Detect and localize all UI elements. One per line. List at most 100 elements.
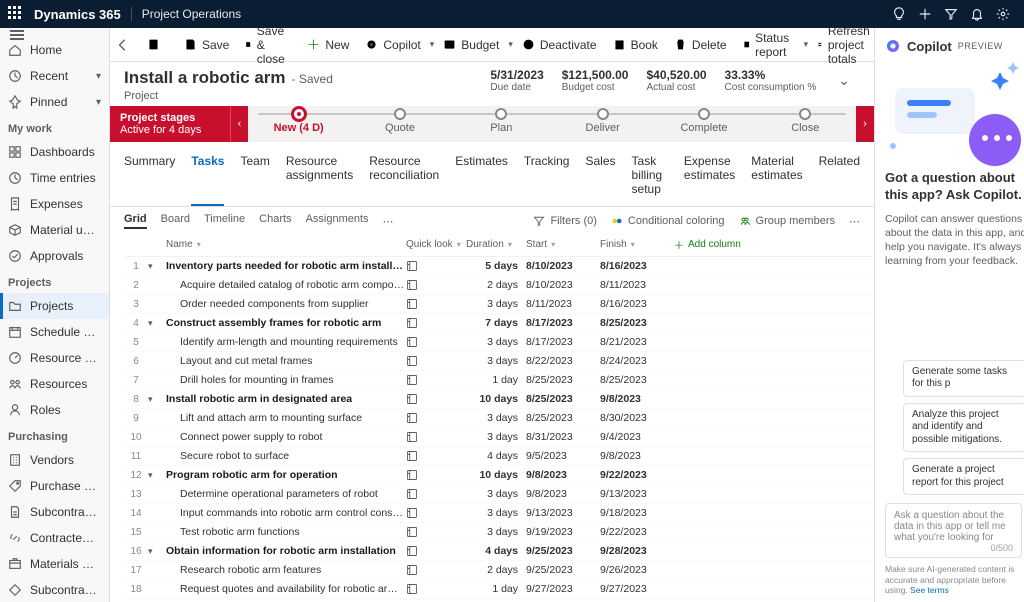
task-row[interactable]: 11 Secure robot to surface 4 days 9/5/20… — [124, 447, 872, 466]
copilot-split[interactable]: ▾ — [430, 32, 435, 58]
nav-item-material-usage[interactable]: Material usage — [0, 217, 109, 243]
app-launcher[interactable] — [8, 6, 24, 22]
quicklook-icon[interactable] — [406, 412, 418, 424]
gear-icon[interactable] — [990, 0, 1016, 28]
filters-button[interactable]: Filters (0) — [533, 215, 596, 227]
budget-button[interactable]: Budget — [436, 32, 506, 58]
quicklook-icon[interactable] — [406, 393, 418, 405]
task-row[interactable]: 16 ▾ Obtain information for robotic arm … — [124, 542, 872, 561]
quicklook-icon[interactable] — [406, 545, 418, 557]
col-duration[interactable]: Duration▾ — [466, 239, 526, 250]
task-row[interactable]: 10 Connect power supply to robot 3 days … — [124, 428, 872, 447]
expand-icon[interactable]: ▾ — [148, 318, 166, 329]
tab-tracking[interactable]: Tracking — [524, 148, 570, 206]
delete-button[interactable]: Delete — [667, 32, 734, 58]
nav-item-subcontracts[interactable]: Subcontracts — [0, 499, 109, 525]
nav-item-expenses[interactable]: Expenses — [0, 191, 109, 217]
budget-split[interactable]: ▾ — [508, 32, 513, 58]
nav-item-projects[interactable]: Projects — [0, 293, 109, 319]
book-button[interactable]: Book — [606, 32, 665, 58]
header-expand[interactable]: ⌄ — [834, 72, 854, 89]
expand-icon[interactable]: ▾ — [148, 546, 166, 557]
quicklook-icon[interactable] — [406, 374, 418, 386]
stage-deliver[interactable]: Deliver — [552, 106, 653, 142]
nav-item-resources[interactable]: Resources — [0, 371, 109, 397]
nav-item-schedule-board[interactable]: Schedule board — [0, 319, 109, 345]
task-row[interactable]: 7 Drill holes for mounting in frames 1 d… — [124, 371, 872, 390]
task-row[interactable]: 5 Identify arm-length and mounting requi… — [124, 333, 872, 352]
conditional-coloring-button[interactable]: Conditional coloring — [611, 215, 725, 227]
col-quicklook[interactable]: Quick look▾ — [406, 239, 466, 250]
col-finish[interactable]: Finish▾ — [600, 239, 674, 250]
quicklook-icon[interactable] — [406, 450, 418, 462]
subtab-overflow[interactable]: ⋯ — [383, 215, 394, 228]
subtab-assignments[interactable]: Assignments — [306, 213, 369, 229]
quicklook-icon[interactable] — [406, 583, 418, 595]
quicklook-icon[interactable] — [406, 431, 418, 443]
quicklook-icon[interactable] — [406, 298, 418, 310]
see-terms-link[interactable]: See terms — [910, 585, 949, 595]
task-row[interactable]: 1 ▾ Inventory parts needed for robotic a… — [124, 257, 872, 276]
col-start[interactable]: Start▾ — [526, 239, 600, 250]
stage-new-d-[interactable]: New (4 D) — [248, 106, 349, 142]
nav-item-subcontract-milestones[interactable]: Subcontract milestones — [0, 577, 109, 602]
save-close-button[interactable]: Save & close — [238, 32, 298, 58]
nav-recent[interactable]: Recent ▾ — [0, 63, 109, 89]
back-button[interactable] — [116, 32, 130, 58]
nav-home[interactable]: Home — [0, 37, 109, 63]
nav-item-materials-on-order[interactable]: Materials on order — [0, 551, 109, 577]
tab-tasks[interactable]: Tasks — [191, 148, 224, 206]
task-row[interactable]: 14 Input commands into robotic arm contr… — [124, 504, 872, 523]
nav-item-roles[interactable]: Roles — [0, 397, 109, 423]
save-button[interactable]: Save — [177, 32, 236, 58]
copilot-input[interactable]: Ask a question about the data in this ap… — [885, 503, 1022, 558]
readonly-button[interactable] — [140, 32, 167, 58]
copilot-button[interactable]: Copilot — [358, 32, 427, 58]
quicklook-icon[interactable] — [406, 279, 418, 291]
subtab-board[interactable]: Board — [161, 213, 190, 229]
task-row[interactable]: 15 Test robotic arm functions 3 days 9/1… — [124, 523, 872, 542]
task-row[interactable]: 17 Research robotic arm features 2 days … — [124, 561, 872, 580]
tab-estimates[interactable]: Estimates — [455, 148, 508, 206]
task-row[interactable]: 6 Layout and cut metal frames 3 days 8/2… — [124, 352, 872, 371]
status-report-button[interactable]: Status report — [736, 32, 802, 58]
copilot-suggestion[interactable]: Generate some tasks for this p — [903, 360, 1024, 397]
quicklook-icon[interactable] — [406, 317, 418, 329]
stage-next[interactable]: › — [856, 106, 874, 142]
quicklook-icon[interactable] — [406, 355, 418, 367]
add-column[interactable]: ＋Add column — [674, 237, 764, 252]
subbar-overflow[interactable]: ⋯ — [849, 215, 860, 228]
quicklook-icon[interactable] — [406, 336, 418, 348]
group-members-button[interactable]: Group members — [739, 215, 835, 227]
nav-item-purchase-price-lists[interactable]: Purchase price lists — [0, 473, 109, 499]
expand-icon[interactable]: ▾ — [148, 261, 166, 272]
new-button[interactable]: New — [300, 32, 356, 58]
task-row[interactable]: 4 ▾ Construct assembly frames for roboti… — [124, 314, 872, 333]
stage-prev[interactable]: ‹ — [230, 106, 248, 142]
tab-related[interactable]: Related — [819, 148, 860, 206]
nav-item-resource-utilization[interactable]: Resource utilization — [0, 345, 109, 371]
bell-icon[interactable] — [964, 0, 990, 28]
copilot-suggestion[interactable]: Generate a project report for this proje… — [903, 458, 1024, 495]
nav-item-time-entries[interactable]: Time entries — [0, 165, 109, 191]
task-row[interactable]: 9 Lift and attach arm to mounting surfac… — [124, 409, 872, 428]
status-report-split[interactable]: ▾ — [804, 32, 809, 58]
copilot-suggestion[interactable]: Analyze this project and identify and po… — [903, 403, 1024, 453]
expand-icon[interactable]: ▾ — [148, 394, 166, 405]
tab-resource-reconciliation[interactable]: Resource reconciliation — [369, 148, 439, 206]
lightbulb-icon[interactable] — [886, 0, 912, 28]
task-row[interactable]: 13 Determine operational parameters of r… — [124, 485, 872, 504]
task-row[interactable]: 2 Acquire detailed catalog of robotic ar… — [124, 276, 872, 295]
stage-close[interactable]: Close — [755, 106, 856, 142]
tab-sales[interactable]: Sales — [585, 148, 615, 206]
subtab-charts[interactable]: Charts — [259, 213, 291, 229]
tab-resource-assignments[interactable]: Resource assignments — [286, 148, 353, 206]
plus-icon[interactable] — [912, 0, 938, 28]
nav-item-dashboards[interactable]: Dashboards — [0, 139, 109, 165]
nav-pinned[interactable]: Pinned ▾ — [0, 89, 109, 115]
refresh-totals-button[interactable]: Refresh project totals — [810, 32, 874, 58]
tab-summary[interactable]: Summary — [124, 148, 175, 206]
stage-complete[interactable]: Complete — [653, 106, 754, 142]
tab-team[interactable]: Team — [240, 148, 269, 206]
task-row[interactable]: 12 ▾ Program robotic arm for operation 1… — [124, 466, 872, 485]
